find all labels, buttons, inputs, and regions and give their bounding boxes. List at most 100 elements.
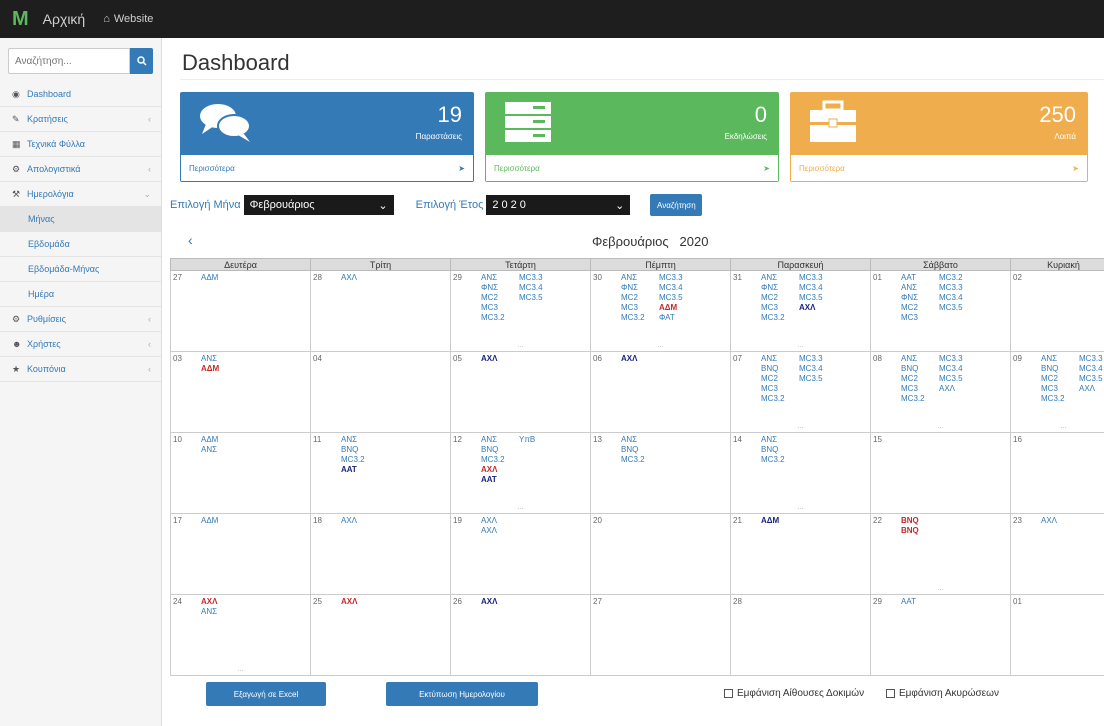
calendar-event[interactable]: ΑΑΤ xyxy=(481,475,517,484)
calendar-day-cell[interactable]: 23 ΑΧΛ xyxy=(1010,513,1104,595)
calendar-day-cell[interactable]: 27 xyxy=(590,594,731,676)
brand-logo[interactable]: M xyxy=(12,8,29,31)
calendar-event[interactable]: MC3.2 xyxy=(621,455,657,464)
calendar-event[interactable]: MC3.2 xyxy=(481,455,517,464)
calendar-event[interactable]: MC3.5 xyxy=(799,293,835,302)
calendar-event[interactable]: ΦΝΣ xyxy=(761,283,797,292)
checkbox-box[interactable] xyxy=(886,689,895,698)
calendar-event[interactable]: ΑΑΤ xyxy=(901,273,937,282)
month-select[interactable]: Φεβρουάριος ⌄ xyxy=(243,195,394,215)
calendar-day-cell[interactable]: 30 ΑΝΣ MC3.3 ΦΝΣ MC3.4 MC2 MC3.5 MC3 ΑΔΜ MC3.2 ΦΑΤ… xyxy=(590,270,731,352)
calendar-event[interactable]: ΑΧΛ xyxy=(201,597,237,606)
calendar-day-cell[interactable]: 29 ΑΝΣ MC3.3 ΦΝΣ MC3.4 MC2 MC3.5 MC3 MC3.2... xyxy=(450,270,591,352)
calendar-day-cell[interactable]: 21 ΑΔΜ xyxy=(730,513,871,595)
calendar-event[interactable]: ΑΝΣ xyxy=(761,435,797,444)
more-events-indicator[interactable]: ... xyxy=(451,342,590,349)
calendar-event[interactable]: ΑΝΣ xyxy=(901,283,937,292)
calendar-event[interactable]: ΑΧΛ xyxy=(1041,516,1077,525)
more-events-indicator[interactable]: ... xyxy=(871,423,1010,430)
calendar-day-cell[interactable]: 19 ΑΧΛ ΑΧΛ xyxy=(450,513,591,595)
prev-month-button[interactable]: ‹ xyxy=(188,232,193,248)
calendar-event[interactable]: MC2 xyxy=(901,374,937,383)
calendar-event[interactable]: BNQ xyxy=(481,445,517,454)
calendar-event[interactable]: MC3.3 xyxy=(799,273,835,282)
calendar-event[interactable]: MC3 xyxy=(901,313,937,322)
calendar-event[interactable]: ΑΝΣ xyxy=(761,273,797,282)
calendar-event[interactable]: MC3.5 xyxy=(1079,374,1104,383)
calendar-event[interactable]: MC3.3 xyxy=(659,273,695,282)
sidebar-item-tech-sheets[interactable]: ▦ Τεχνικά Φύλλα xyxy=(0,132,161,157)
calendar-event[interactable]: ΑΑΤ xyxy=(901,597,937,606)
calendar-event[interactable]: MC3.2 xyxy=(761,313,797,322)
calendar-event[interactable]: MC3.5 xyxy=(659,293,695,302)
calendar-event[interactable]: MC3 xyxy=(481,303,517,312)
calendar-event[interactable]: MC3.5 xyxy=(939,374,975,383)
calendar-event[interactable]: ΑΔΜ xyxy=(201,435,237,444)
home-link[interactable]: Αρχική xyxy=(43,11,86,27)
calendar-day-cell[interactable]: 28 ΑΧΛ xyxy=(310,270,451,352)
calendar-day-cell[interactable]: 03 ΑΝΣ ΑΔΜ xyxy=(170,351,311,433)
calendar-event[interactable]: MC3.5 xyxy=(939,303,975,312)
calendar-event[interactable]: MC3.2 xyxy=(481,313,517,322)
calendar-day-cell[interactable]: 20 xyxy=(590,513,731,595)
show-cancellations-checkbox[interactable]: Εμφάνιση Ακυρώσεων xyxy=(886,688,999,699)
more-events-indicator[interactable]: ... xyxy=(871,585,1010,592)
calendar-event[interactable]: ΑΧΛ xyxy=(481,465,517,474)
more-events-indicator[interactable]: ... xyxy=(1011,423,1104,430)
calendar-event[interactable]: MC2 xyxy=(761,374,797,383)
calendar-day-cell[interactable]: 11 ΑΝΣ BNQ MC3.2 ΑΑΤ xyxy=(310,432,451,514)
calendar-event[interactable]: ΦΝΣ xyxy=(901,293,937,302)
calendar-day-cell[interactable]: 12 ΑΝΣ ΥπΒ BNQ MC3.2 ΑΧΛ ΑΑΤ... xyxy=(450,432,591,514)
calendar-event[interactable]: ΑΔΜ xyxy=(761,516,797,525)
calendar-event[interactable]: MC3 xyxy=(1041,384,1077,393)
calendar-day-cell[interactable]: 31 ΑΝΣ MC3.3 ΦΝΣ MC3.4 MC2 MC3.5 MC3 ΑΧΛ MC3.2... xyxy=(730,270,871,352)
calendar-event[interactable]: MC3.4 xyxy=(939,293,975,302)
stat-more-link[interactable]: Περισσότερα ➤ xyxy=(790,154,1088,182)
checkbox-box[interactable] xyxy=(724,689,733,698)
calendar-event[interactable]: MC3 xyxy=(621,303,657,312)
sidebar-item-dashboard[interactable]: ◉ Dashboard xyxy=(0,82,161,107)
calendar-event[interactable]: MC3.3 xyxy=(939,354,975,363)
calendar-event[interactable]: MC3.2 xyxy=(761,394,797,403)
calendar-event[interactable]: MC3 xyxy=(761,384,797,393)
calendar-day-cell[interactable]: 15 xyxy=(870,432,1011,514)
calendar-event[interactable]: MC3.5 xyxy=(799,374,835,383)
calendar-event[interactable]: MC3 xyxy=(901,384,937,393)
calendar-event[interactable]: ΑΝΣ xyxy=(901,354,937,363)
calendar-day-cell[interactable]: 01 ΑΑΤ MC3.2 ΑΝΣ MC3.3 ΦΝΣ MC3.4 MC2 MC3.5 MC3 xyxy=(870,270,1011,352)
show-rehearsal-checkbox[interactable]: Εμφάνιση Αίθουσες Δοκιμών xyxy=(724,688,864,699)
calendar-event[interactable]: MC3.4 xyxy=(799,283,835,292)
calendar-event[interactable]: ΑΔΜ xyxy=(201,516,237,525)
sidebar-item-bookings[interactable]: ✎ Κρατήσεις ‹ xyxy=(0,107,161,132)
calendar-day-cell[interactable]: 16 xyxy=(1010,432,1104,514)
calendar-event[interactable]: MC3.2 xyxy=(761,455,797,464)
sidebar-item-calendars[interactable]: ⚒ Ημερολόγια ⌄ xyxy=(0,182,161,207)
stat-more-link[interactable]: Περισσότερα ➤ xyxy=(180,154,474,182)
calendar-day-cell[interactable]: 25 ΑΧΛ xyxy=(310,594,451,676)
export-excel-button[interactable]: Εξαγωγή σε Excel xyxy=(206,682,326,706)
calendar-day-cell[interactable]: 09 ΑΝΣ MC3.3 BNQ MC3.4 MC2 MC3.5 MC3 ΑΧΛ MC3.2... xyxy=(1010,351,1104,433)
calendar-day-cell[interactable]: 13 ΑΝΣ BNQ MC3.2 xyxy=(590,432,731,514)
calendar-event[interactable]: BNQ xyxy=(1041,364,1077,373)
calendar-event[interactable]: ΑΧΛ xyxy=(481,354,517,363)
calendar-event[interactable]: ΑΝΣ xyxy=(481,435,517,444)
calendar-event[interactable]: MC3.3 xyxy=(519,273,555,282)
calendar-day-cell[interactable]: 17 ΑΔΜ xyxy=(170,513,311,595)
calendar-event[interactable]: ΑΧΛ xyxy=(481,526,517,535)
calendar-event[interactable]: ΑΝΣ xyxy=(481,273,517,282)
calendar-event[interactable]: MC2 xyxy=(761,293,797,302)
calendar-event[interactable]: ΑΑΤ xyxy=(341,465,377,474)
calendar-event[interactable]: ΑΝΣ xyxy=(621,435,657,444)
calendar-day-cell[interactable]: 01 xyxy=(1010,594,1104,676)
calendar-event[interactable]: ΦΝΣ xyxy=(621,283,657,292)
calendar-event[interactable]: ΑΝΣ xyxy=(341,435,377,444)
calendar-event[interactable]: MC3.2 xyxy=(621,313,657,322)
calendar-event[interactable]: MC2 xyxy=(481,293,517,302)
sidebar-item-coupons[interactable]: ★ Κουπόνια ‹ xyxy=(0,357,161,382)
calendar-event[interactable]: ΑΧΛ xyxy=(341,516,377,525)
calendar-event[interactable]: BNQ xyxy=(761,364,797,373)
calendar-event[interactable]: MC3.2 xyxy=(1041,394,1077,403)
sidebar-item-day[interactable]: Ημέρα xyxy=(0,282,161,307)
calendar-event[interactable]: ΑΧΛ xyxy=(481,597,517,606)
more-events-indicator[interactable]: ... xyxy=(591,342,730,349)
